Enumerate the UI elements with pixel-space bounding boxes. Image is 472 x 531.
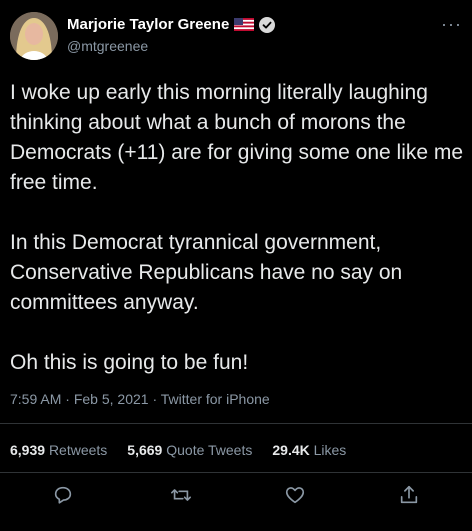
divider <box>0 472 472 473</box>
verified-badge-icon <box>259 16 276 33</box>
quote-tweets-count: 5,669 <box>127 442 163 458</box>
tweet-paragraph-2: In this Democrat tyrannical government, … <box>10 231 409 314</box>
share-icon <box>400 485 418 504</box>
reply-button[interactable] <box>52 484 76 508</box>
retweet-icon <box>171 489 191 501</box>
tweet-source[interactable]: Twitter for iPhone <box>161 391 270 407</box>
author-name[interactable]: Marjorie Taylor Greene <box>67 16 229 33</box>
tweet-stats: 6,939 Retweets 5,669 Quote Tweets 29.4K … <box>10 442 346 458</box>
tweet-text: I woke up early this morning literally l… <box>10 78 465 378</box>
tweet-paragraph-1: I woke up early this morning literally l… <box>10 81 469 194</box>
quote-tweets-stat[interactable]: 5,669 Quote Tweets <box>127 442 252 458</box>
action-bar <box>0 484 472 514</box>
tweet-paragraph-3: Oh this is going to be fun! <box>10 351 249 374</box>
author-handle[interactable]: @mtgreenee <box>67 38 148 54</box>
meta-separator: · <box>152 391 161 407</box>
retweets-stat[interactable]: 6,939 Retweets <box>10 442 107 458</box>
author-name-row[interactable]: Marjorie Taylor Greene <box>67 16 276 33</box>
reply-icon <box>54 486 72 504</box>
profile-photo-icon <box>10 12 58 60</box>
like-icon <box>285 487 305 504</box>
like-button[interactable] <box>284 484 308 508</box>
tweet-meta: 7:59 AM · Feb 5, 2021 · Twitter for iPho… <box>10 391 270 407</box>
more-options-icon[interactable]: ··· <box>441 14 462 35</box>
likes-stat[interactable]: 29.4K Likes <box>272 442 346 458</box>
retweet-button[interactable] <box>170 484 194 508</box>
share-button[interactable] <box>398 484 422 508</box>
avatar[interactable] <box>10 12 58 60</box>
quote-tweets-label: Quote Tweets <box>166 442 253 458</box>
likes-count: 29.4K <box>272 442 310 458</box>
us-flag-icon <box>234 18 255 31</box>
divider <box>0 423 472 424</box>
tweet-date[interactable]: Feb 5, 2021 <box>74 391 149 407</box>
retweets-count: 6,939 <box>10 442 46 458</box>
tweet: Marjorie Taylor Greene @mtgreenee ··· I … <box>0 0 472 531</box>
meta-separator: · <box>65 391 74 407</box>
tweet-time[interactable]: 7:59 AM <box>10 391 61 407</box>
likes-label: Likes <box>313 442 347 458</box>
retweets-label: Retweets <box>48 442 108 458</box>
